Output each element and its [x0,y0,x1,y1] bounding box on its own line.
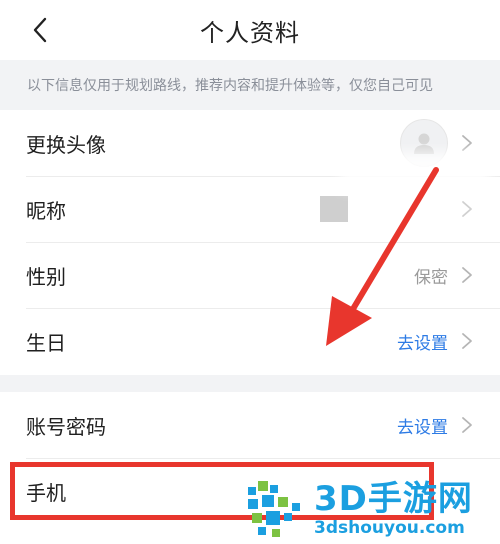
password-set-link[interactable]: 去设置 [397,413,448,438]
chevron-right-icon [460,331,474,351]
birthday-set-link[interactable]: 去设置 [397,329,448,354]
row-label: 昵称 [26,198,66,223]
row-label: 账号密码 [26,414,106,439]
watermark-title: 3D手游网 [314,479,473,519]
chevron-right-icon [460,265,474,285]
profile-settings-group: 更换头像 昵称 性别 保密 生日 去设置 [0,110,500,375]
watermark-subtitle: 3dshouyou.com [314,518,465,538]
privacy-notice: 以下信息仅用于规划路线，推荐内容和提升体验等，仅您自己可见 [0,60,500,110]
row-gender[interactable]: 性别 保密 [0,242,500,308]
blur-redaction [340,152,490,190]
chevron-left-icon [33,17,47,43]
row-label: 生日 [26,330,66,355]
row-account-password[interactable]: 账号密码 去设置 [0,392,500,458]
row-birthday[interactable]: 生日 去设置 [0,308,500,374]
chevron-right-icon [460,199,474,219]
row-label: 性别 [26,264,66,289]
chevron-right-icon [460,133,474,153]
page-title: 个人资料 [200,18,300,47]
back-button[interactable] [22,12,58,48]
watermark: 3D手游网 3dshouyou.com [244,474,500,544]
chevron-right-icon [460,415,474,435]
header-bar: 个人资料 [0,0,500,60]
watermark-logo-icon [248,481,300,537]
gender-value: 保密 [414,267,448,288]
redacted-nickname [320,196,348,222]
